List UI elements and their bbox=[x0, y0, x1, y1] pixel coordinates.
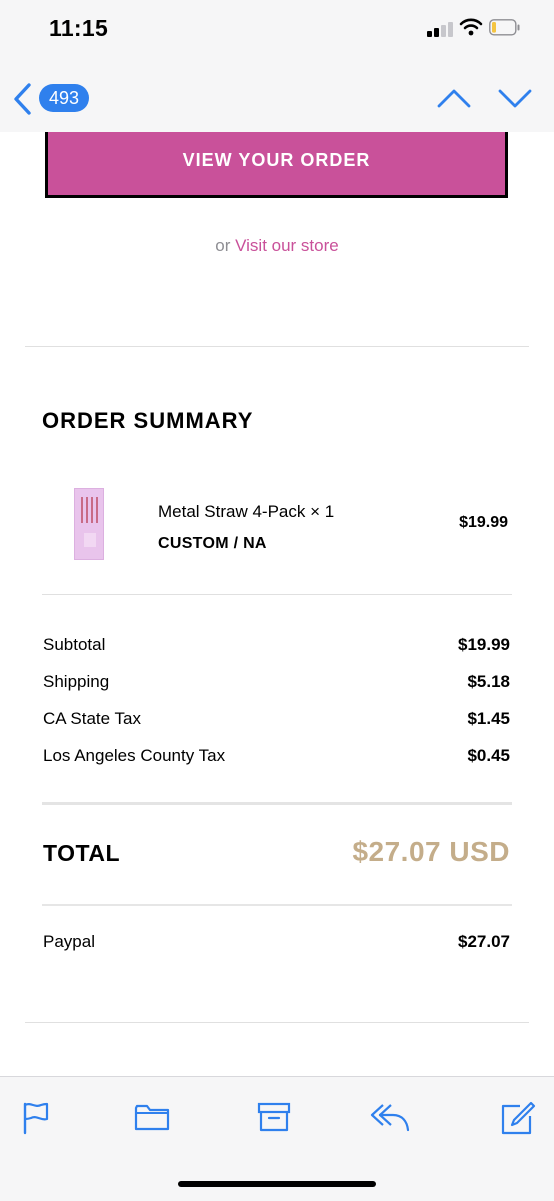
total-value: $27.07 USD bbox=[352, 836, 510, 867]
reply-icon[interactable] bbox=[369, 1101, 411, 1133]
flag-icon[interactable] bbox=[22, 1101, 50, 1135]
items-divider bbox=[42, 594, 512, 595]
footer-divider bbox=[25, 1022, 529, 1023]
product-thumbnail bbox=[74, 488, 104, 560]
payment-divider bbox=[42, 904, 512, 906]
status-bar: 11:15 bbox=[0, 0, 554, 60]
chevron-down-icon[interactable] bbox=[497, 86, 533, 110]
wifi-icon bbox=[459, 18, 483, 36]
store-prefix: or bbox=[215, 236, 231, 255]
product-variant: CUSTOM / NA bbox=[158, 535, 267, 552]
order-summary-title: ORDER SUMMARY bbox=[42, 408, 254, 433]
compose-icon[interactable] bbox=[500, 1101, 536, 1135]
total-label: TOTAL bbox=[43, 840, 121, 866]
totals-divider bbox=[42, 802, 512, 805]
county-tax-value: $0.45 bbox=[467, 746, 510, 765]
section-divider bbox=[25, 346, 529, 347]
folder-icon[interactable] bbox=[134, 1101, 170, 1133]
archive-icon[interactable] bbox=[257, 1101, 291, 1133]
product-name: Metal Straw 4-Pack × 1 bbox=[158, 502, 335, 521]
visit-store-link[interactable]: Visit our store bbox=[235, 236, 339, 255]
payment-amount: $27.07 bbox=[458, 932, 510, 951]
shipping-label: Shipping bbox=[43, 672, 110, 691]
shipping-value: $5.18 bbox=[467, 672, 510, 691]
state-tax-label: CA State Tax bbox=[43, 709, 141, 728]
product-price: $19.99 bbox=[459, 514, 508, 531]
email-body: VIEW YOUR ORDER or Visit our store ORDER… bbox=[0, 132, 554, 1076]
payment-method: Paypal bbox=[43, 932, 95, 951]
cellular-signal-icon bbox=[427, 21, 453, 37]
chevron-left-icon[interactable] bbox=[10, 82, 36, 116]
state-tax-value: $1.45 bbox=[467, 709, 510, 728]
subtotal-label: Subtotal bbox=[43, 635, 106, 654]
battery-icon bbox=[489, 19, 520, 36]
unread-count-badge[interactable]: 493 bbox=[39, 84, 90, 112]
county-tax-label: Los Angeles County Tax bbox=[43, 746, 226, 765]
clock: 11:15 bbox=[49, 15, 109, 41]
mail-navigation-bar: 493 bbox=[0, 60, 554, 133]
store-link-line: or Visit our store bbox=[0, 236, 554, 256]
view-order-button[interactable]: VIEW YOUR ORDER bbox=[45, 132, 508, 198]
subtotal-value: $19.99 bbox=[458, 635, 510, 654]
home-indicator[interactable] bbox=[178, 1181, 376, 1187]
chevron-up-icon[interactable] bbox=[436, 86, 472, 110]
